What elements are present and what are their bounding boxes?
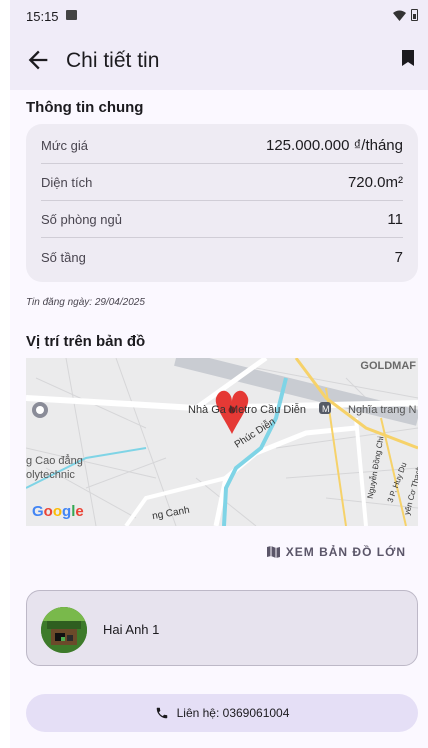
map-label-metro: Nhà Ga Metro Cầu Diễn [188,404,306,416]
bedrooms-value: 11 [387,211,403,228]
status-time: 15:15 [26,9,59,24]
image-notification-icon [66,10,77,20]
area-row: Diện tích 720.0m² [41,165,403,201]
map-label-college-1: g Cao đẳng [26,455,83,467]
page-title: Chi tiết tin [66,49,160,72]
posted-date: Tin đăng ngày: 29/04/2025 [26,297,145,308]
bookmark-icon[interactable] [402,50,414,66]
map-label-cemetery: Nghĩa trang N [348,404,417,416]
price-row: Mức giá 125.000.000 ₫/tháng [41,128,403,164]
floors-row: Số tầng 7 [41,239,403,275]
avatar [41,607,87,653]
seller-name: Hai Anh 1 [103,622,160,637]
map-icon [266,546,280,558]
google-logo: Google [32,503,84,520]
open-large-map-button[interactable]: XEM BẢN ĐỒ LỚN [266,545,406,559]
map-section-title: Vị trí trên bản đồ [26,333,146,350]
price-label: Mức giá [41,138,88,153]
bedrooms-row: Số phòng ngủ 11 [41,202,403,238]
open-large-map-label: XEM BẢN ĐỒ LỚN [285,545,406,559]
screen: 15:15 Chi tiết tin Thông tin chung Mức g… [10,0,428,748]
contact-label: Liên hệ: 0369061004 [176,706,290,720]
svg-text:M: M [322,404,330,414]
price-value: 125.000.000 ₫/tháng [266,137,403,154]
floors-value: 7 [394,248,403,266]
map-label-goldmark: GOLDMAF [360,360,416,372]
area-value: 720.0m² [347,174,403,191]
contact-button[interactable]: Liên hệ: 0369061004 [26,694,418,732]
bedrooms-label: Số phòng ngủ [41,212,122,227]
map-graphics: M [26,358,418,526]
map-label-college-2: olytechnic [26,469,75,481]
battery-icon [411,9,418,21]
app-bar: Chi tiết tin [10,30,428,90]
status-bar: 15:15 [10,0,428,30]
phone-icon [156,707,167,719]
floors-label: Số tầng [41,249,86,265]
wifi-icon [393,10,406,21]
general-info-card: Mức giá 125.000.000 ₫/tháng Diện tích 72… [26,124,418,282]
area-label: Diện tích [41,175,93,190]
seller-card[interactable]: Hai Anh 1 [26,590,418,666]
back-arrow-icon[interactable] [24,46,52,74]
general-info-title: Thông tin chung [26,99,144,116]
map-view[interactable]: M GOLDMAF Nhà Ga Metro Cầu Diễn Nghĩa tr… [26,358,418,526]
